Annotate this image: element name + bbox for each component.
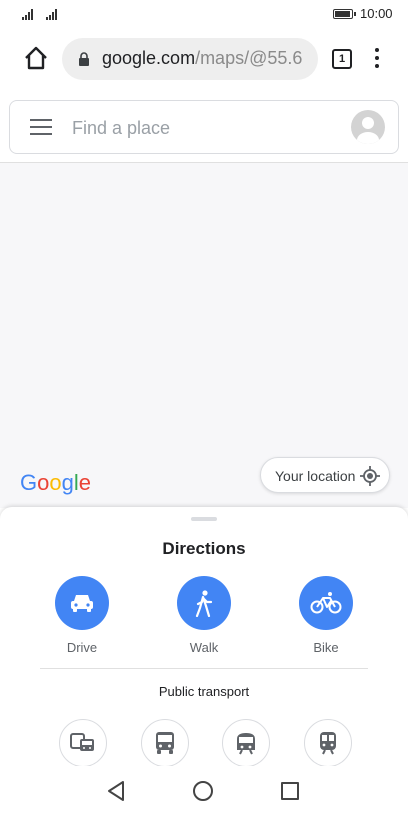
my-location-icon [360,466,380,486]
dot-icon [375,48,379,52]
tram-icon [237,733,255,755]
sheet-divider [40,668,368,669]
avatar[interactable] [351,110,385,144]
mode-label: Bike [313,640,339,655]
search-input[interactable] [72,115,332,141]
dot-icon [375,56,379,60]
address-bar[interactable]: google.com/maps/@55.6 [62,38,318,80]
bus-icon [156,732,174,754]
home-icon [25,46,47,70]
signal-icon-2 [46,8,60,20]
bus-train-icon [70,733,94,751]
transit-tram-button[interactable] [222,719,270,767]
system-nav-bar [0,766,408,816]
public-transport-label: Public transport [158,684,250,699]
more-options-button[interactable] [368,46,386,72]
tab-switcher-button[interactable]: 1 [332,49,352,69]
mode-drive[interactable]: Drive [42,576,122,655]
mode-label: Drive [66,640,98,655]
menu-icon[interactable] [30,119,52,135]
directions-sheet: Directions Drive Walk Bike Public transp… [0,507,408,767]
train-icon [320,732,336,755]
browser-toolbar: google.com/maps/@55.6 1 [0,32,408,88]
mode-walk[interactable]: Walk [164,576,244,655]
url-path: /maps/@55.6 [195,48,303,68]
account-icon [357,117,379,144]
signal-icon [22,8,36,20]
mode-bike[interactable]: Bike [286,576,366,655]
directions-title: Directions [162,539,246,558]
recent-apps-icon[interactable] [281,782,299,800]
your-location-label: Your location [275,468,356,484]
home-nav-icon[interactable] [193,781,213,801]
transit-train-button[interactable] [304,719,352,767]
home-button[interactable] [22,44,50,72]
url-text: google.com/maps/@55.6 [102,48,302,69]
back-icon[interactable] [106,780,126,802]
car-icon [71,595,93,612]
url-host: google.com [102,48,196,68]
transit-bus-train-button[interactable] [59,719,107,767]
google-logo: Google [20,470,92,495]
status-bar: 10:00 [0,0,408,28]
walk-icon [195,590,213,617]
battery-icon [333,9,356,19]
lock-icon [79,52,89,66]
transit-bus-button[interactable] [141,719,189,767]
sheet-drag-handle[interactable] [191,517,217,521]
search-bar [9,100,399,154]
bike-icon [310,592,342,614]
mode-label: Walk [189,640,219,655]
your-location-button[interactable]: Your location [260,457,390,493]
status-time: 10:00 [360,6,393,21]
dot-icon [375,64,379,68]
